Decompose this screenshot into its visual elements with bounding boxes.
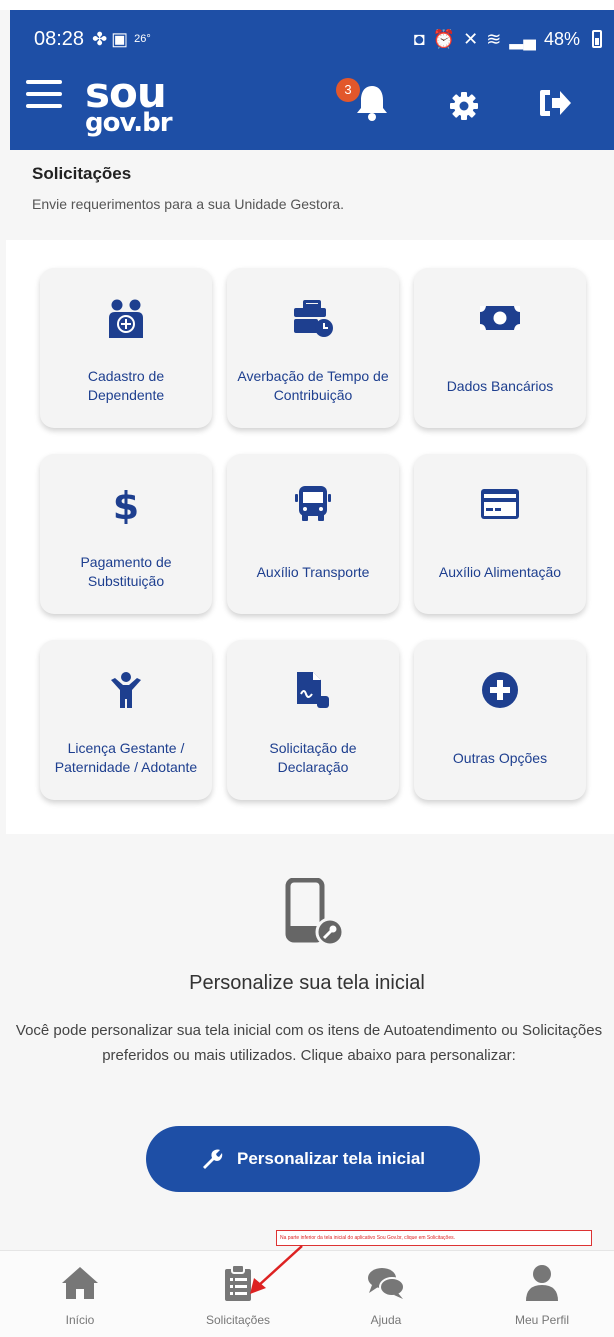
chat-icon [368, 1268, 405, 1299]
tile-auxilio-alimentacao[interactable]: Auxílio Alimentação [414, 454, 586, 614]
battery-icon [592, 30, 602, 48]
menu-line-icon [26, 104, 62, 108]
tile-label: Cadastro de Dependente [87, 368, 165, 403]
annotation-arrow-icon [250, 1245, 303, 1294]
alarm-icon: ⏰ [432, 28, 456, 49]
page-intro: Solicitações Envie requerimentos para a … [32, 164, 592, 212]
bus-icon [295, 486, 331, 521]
tile-declaracao[interactable]: Solicitação de Declaração [227, 640, 399, 800]
nav-item-ajuda[interactable]: Ajuda [326, 1251, 446, 1337]
nav-item-meu-perfil[interactable]: Meu Perfil [482, 1251, 602, 1337]
personalize-home-button[interactable]: Personalizar tela inicial [146, 1126, 480, 1192]
mute-icon: ✕ [463, 28, 479, 49]
child-icon [111, 672, 141, 708]
pinwheel-icon: ✤ [92, 28, 112, 49]
logo-line2: gov.br [85, 107, 173, 138]
gear-icon[interactable] [448, 90, 480, 122]
nav-label: Solicitações [205, 1313, 271, 1327]
status-left-icons: ✤▣ [92, 29, 132, 50]
dollar-icon: $ [113, 484, 139, 524]
image-icon: ▣ [111, 28, 133, 49]
money-bill-icon [480, 306, 520, 330]
signal-icon: ▂▄ [509, 28, 536, 49]
svg-text:$: $ [113, 484, 139, 524]
logout-icon[interactable] [538, 87, 572, 119]
personalize-title: Personalize sua tela inicial [189, 972, 425, 994]
tile-licenca[interactable]: Licença Gestante / Paternidade / Adotant… [40, 640, 212, 800]
tile-label: Outras Opções [452, 749, 548, 766]
tile-label: Solicitação de Declaração [269, 740, 357, 775]
briefcase-clock-icon [294, 300, 333, 337]
status-bar: 08:28 ✤▣ 26° ◘ ⏰ ✕ ≋ ▂▄ 48% [10, 10, 614, 68]
tile-label: Auxílio Alimentação [438, 563, 562, 580]
user-icon [526, 1265, 558, 1301]
tile-label: Dados Bancários [446, 377, 554, 394]
nav-label: Início [65, 1313, 95, 1327]
top-frame [0, 0, 614, 10]
tutorial-annotation: Na parte inferior da tela inicial do apl… [276, 1230, 592, 1246]
tile-outras-opcoes[interactable]: Outras Opções [414, 640, 586, 800]
personalize-description: Você pode personalizar sua tela inicial … [15, 1022, 603, 1064]
requests-grid: Cadastro de Dependente Averbação de Temp… [6, 240, 614, 834]
nav-label: Ajuda [370, 1313, 402, 1327]
tile-pagamento-substituicao[interactable]: $ Pagamento de Substituição [40, 454, 212, 614]
tile-auxilio-transporte[interactable]: Auxílio Transporte [227, 454, 399, 614]
document-signature-icon [297, 672, 329, 708]
nav-item-inicio[interactable]: Início [20, 1251, 140, 1337]
logo-line1: sou [85, 68, 167, 117]
battery-level: 48% [543, 28, 580, 49]
tile-label: Auxílio Transporte [256, 563, 370, 580]
nav-label: Meu Perfil [514, 1313, 570, 1327]
tile-cadastro-dependente[interactable]: Cadastro de Dependente [40, 268, 212, 428]
page-title: Solicitações [32, 164, 132, 183]
status-temperature: 26° [134, 33, 151, 45]
page-subtitle: Envie requerimentos para a sua Unidade G… [32, 196, 345, 212]
card-icon [481, 489, 519, 519]
tile-label: Pagamento de Substituição [80, 554, 172, 589]
wifi-icon: ≋ [486, 28, 502, 49]
tile-dados-bancarios[interactable]: Dados Bancários [414, 268, 586, 428]
tile-averbacao[interactable]: Averbação de Tempo de Contribuição [227, 268, 399, 428]
personalize-button-label: Personalizar tela inicial [236, 1149, 426, 1168]
lock-icon: ◘ [413, 28, 425, 49]
app-header: 08:28 ✤▣ 26° ◘ ⏰ ✕ ≋ ▂▄ 48% sou gov.br [10, 10, 614, 150]
plus-circle-icon [482, 672, 518, 708]
tile-label: Averbação de Tempo de Contribuição [237, 368, 389, 403]
wrench-icon [202, 1149, 223, 1169]
family-add-icon [109, 299, 143, 338]
sou-govbr-logo[interactable]: sou gov.br [85, 68, 173, 138]
status-right-icons: ◘ ⏰ ✕ ≋ ▂▄ 48% [414, 29, 602, 50]
notification-badge: 3 [336, 78, 360, 102]
tile-label: Licença Gestante / Paternidade / Adotant… [54, 740, 198, 775]
menu-line-icon [26, 92, 62, 96]
status-time: 08:28 [34, 27, 85, 50]
home-icon [62, 1267, 98, 1299]
phone-wrench-icon [285, 878, 345, 946]
hamburger-menu-button[interactable] [26, 80, 62, 110]
menu-line-icon [26, 80, 62, 84]
